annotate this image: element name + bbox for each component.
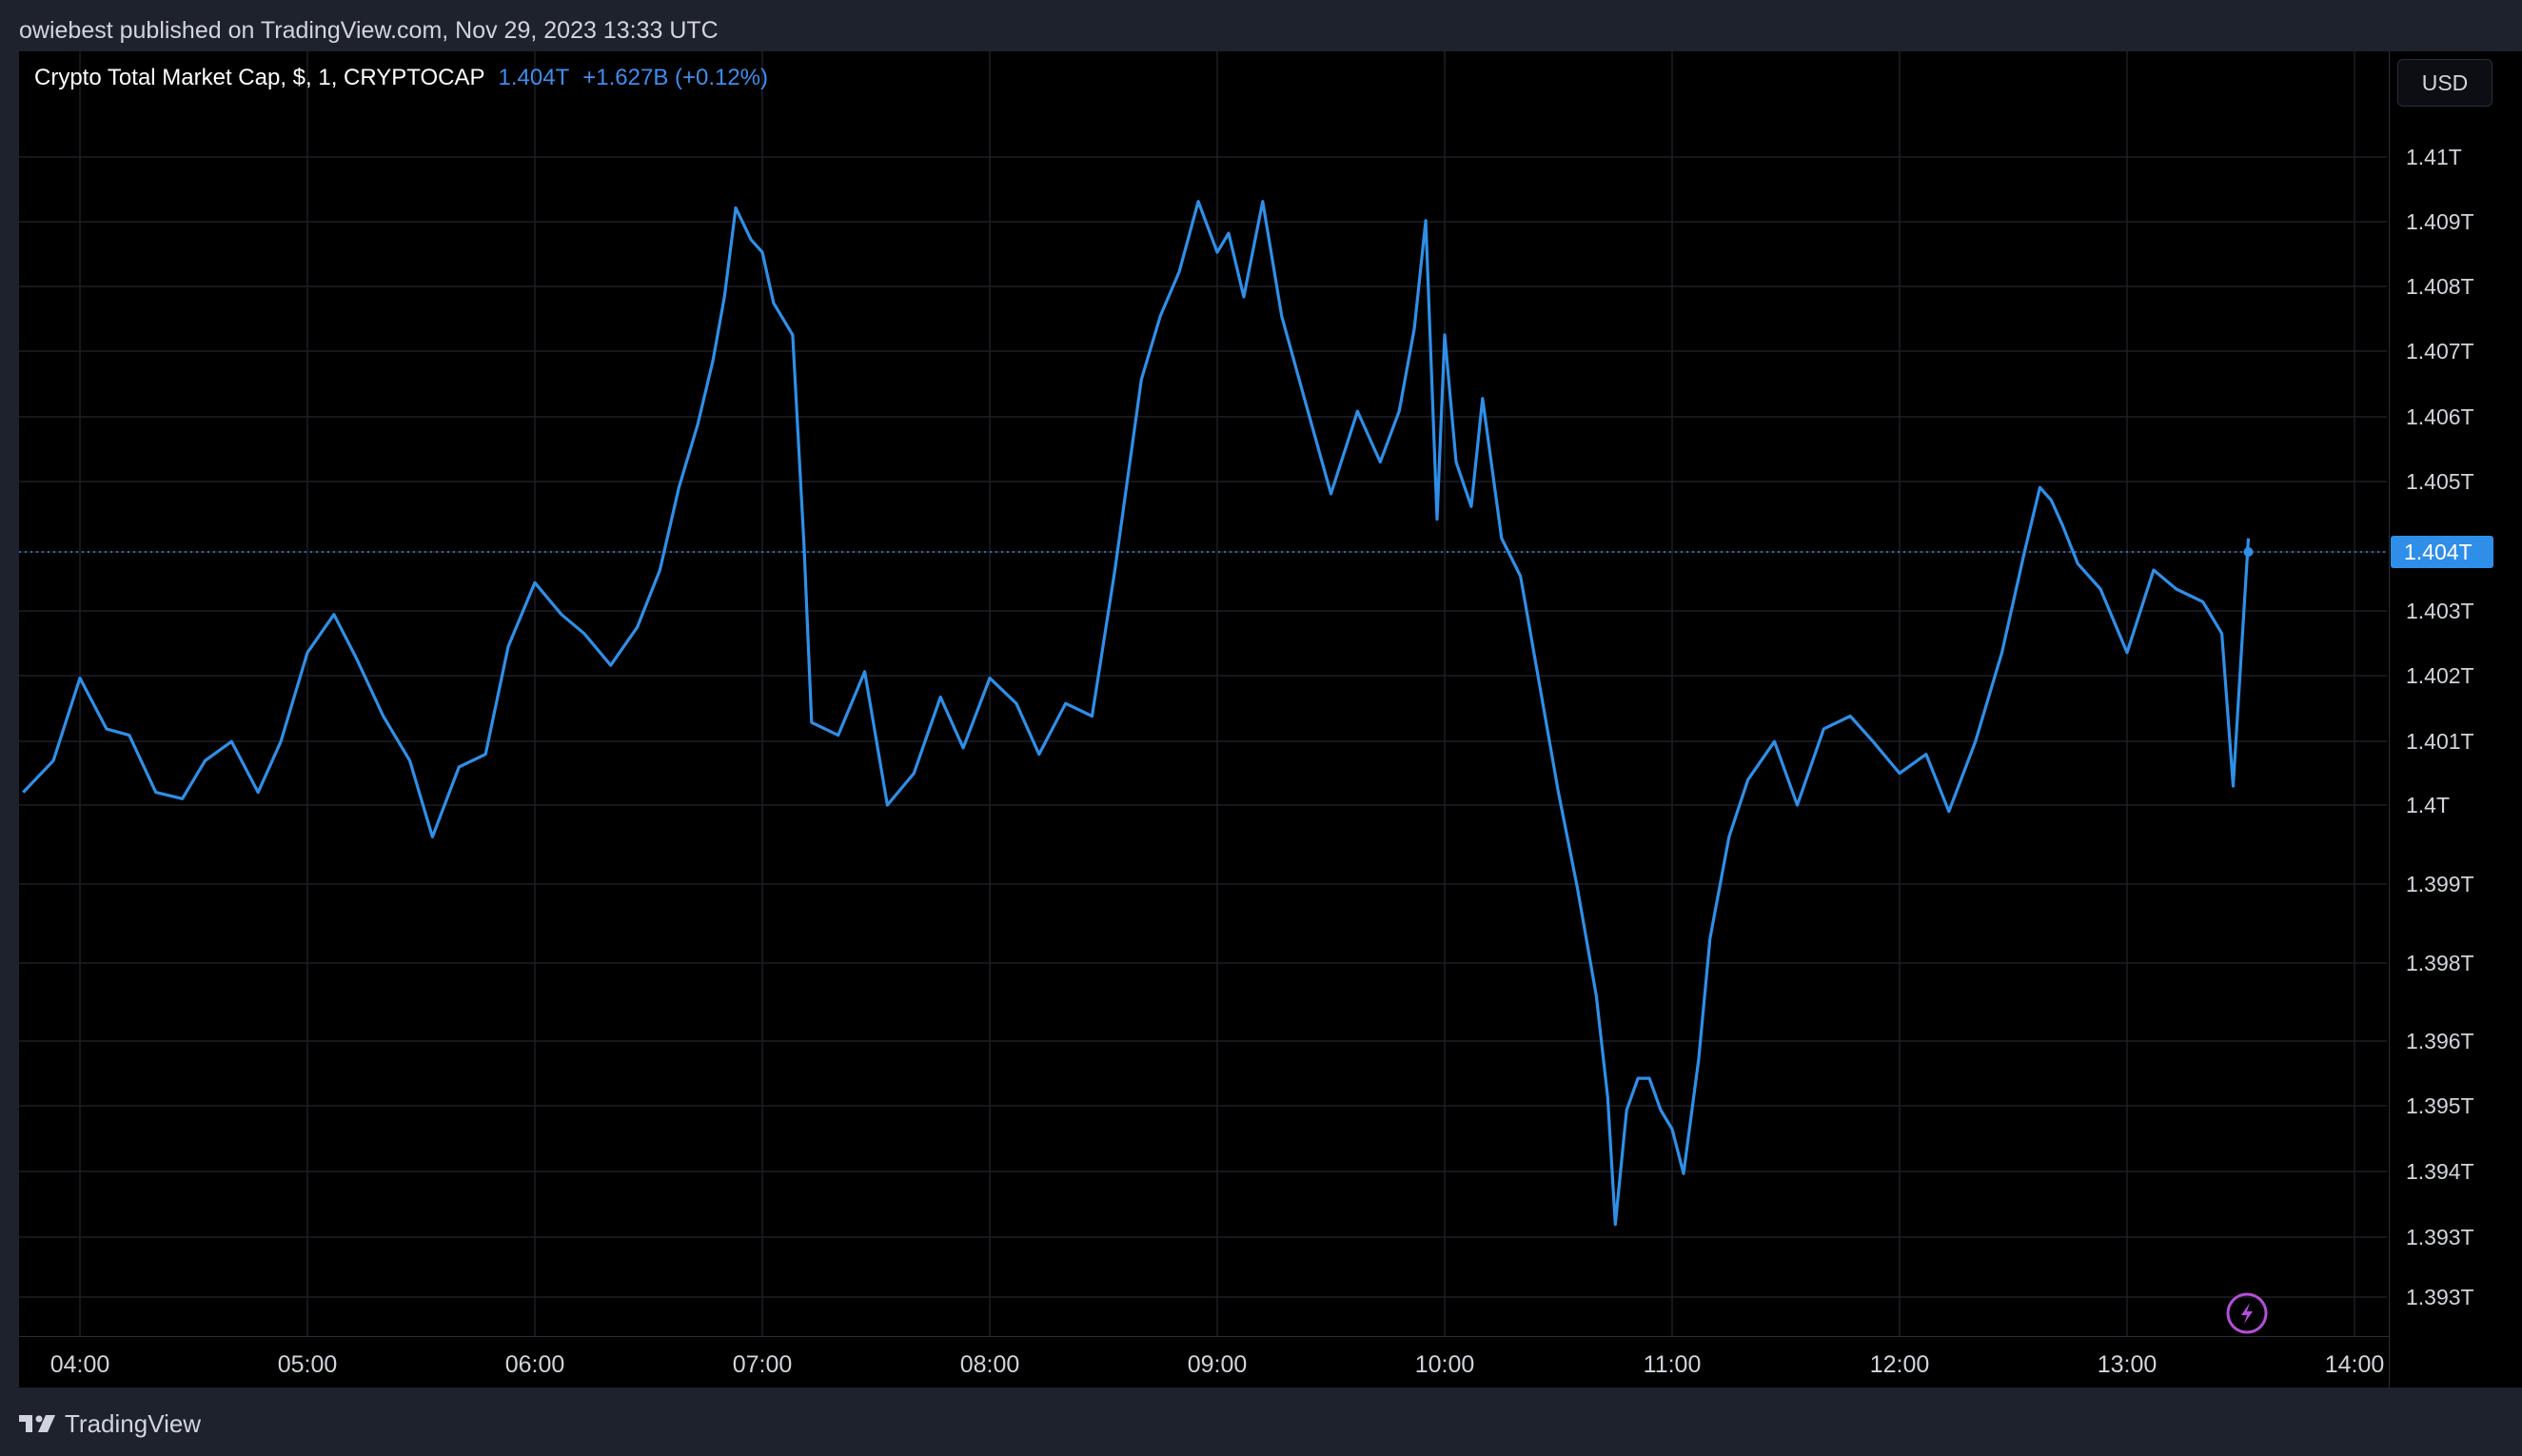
legend-symbol: Crypto Total Market Cap, $, 1, CRYPTOCAP (34, 65, 485, 90)
time-scale-separator (19, 1336, 2389, 1337)
publish-header: owiebest published on TradingView.com, N… (19, 17, 719, 44)
price-scale[interactable] (2389, 51, 2522, 1387)
price-scale-separator (2389, 51, 2390, 1387)
chart-legend[interactable]: Crypto Total Market Cap, $, 1, CRYPTOCAP… (34, 65, 768, 91)
brand-label: TradingView (65, 1409, 202, 1438)
chart-pane[interactable] (19, 51, 2389, 1387)
currency-button[interactable]: USD (2397, 59, 2492, 107)
tradingview-logo-icon (19, 1407, 57, 1445)
legend-change: +1.627B (+0.12%) (582, 65, 769, 90)
legend-last-value: 1.404T (498, 65, 570, 90)
tradingview-brand[interactable]: TradingView (19, 1405, 201, 1443)
